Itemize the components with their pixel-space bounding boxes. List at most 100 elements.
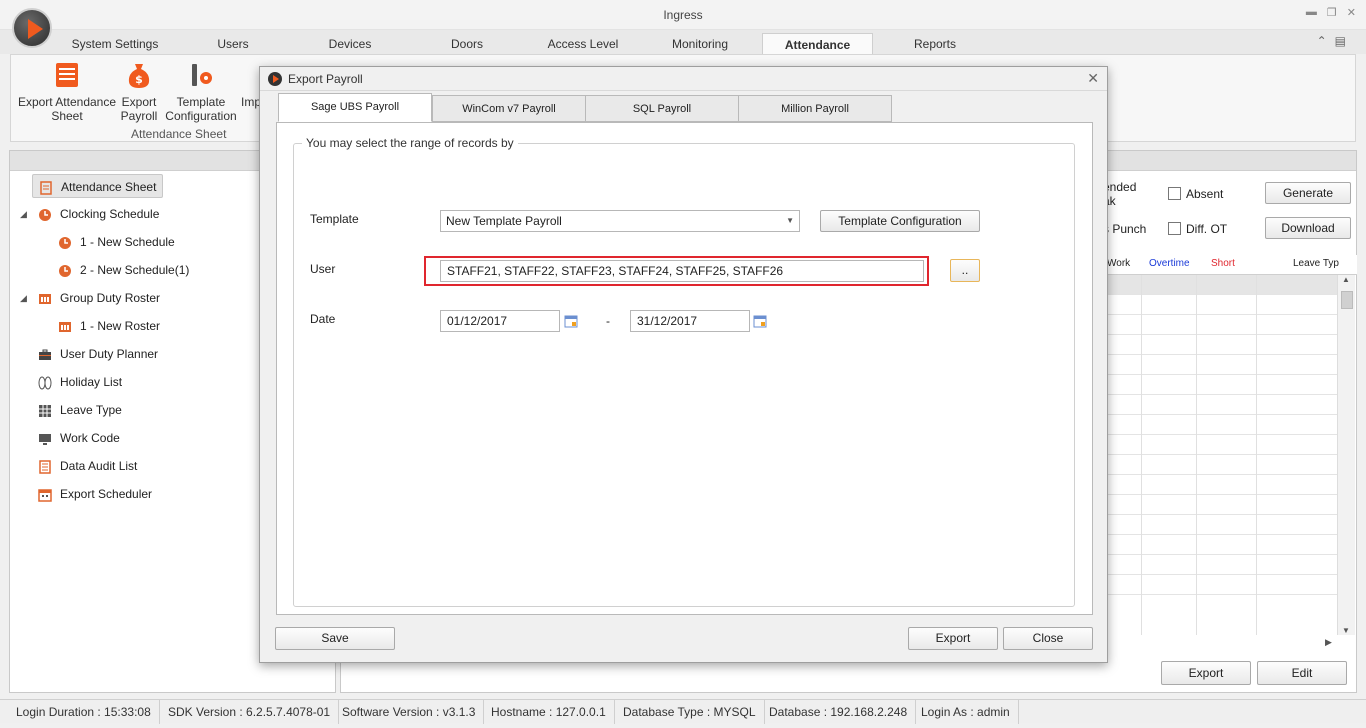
tree-item-schedule-2[interactable]: 2 - New Schedule(1) — [58, 258, 189, 282]
tab-reports[interactable]: Reports — [900, 33, 970, 55]
scroll-up-icon[interactable]: ▲ — [1342, 275, 1350, 284]
tab-sql-payroll[interactable]: SQL Payroll — [585, 95, 739, 122]
scrollbar-thumb[interactable] — [1341, 291, 1353, 309]
attendance-sheet-icon — [56, 63, 78, 87]
status-hostname: Hostname : 127.0.0.1 — [483, 700, 615, 724]
tab-million-payroll[interactable]: Million Payroll — [738, 95, 892, 122]
tab-doors[interactable]: Doors — [437, 33, 497, 55]
tree-item-roster-1[interactable]: 1 - New Roster — [58, 314, 160, 338]
template-configuration-button[interactable]: Template Configuration — [161, 61, 241, 123]
close-icon[interactable]: ✕ — [1087, 70, 1099, 87]
window-controls: ▬ ❐ ✕ — [1306, 6, 1356, 19]
tab-system-settings[interactable]: System Settings — [60, 33, 170, 55]
template-dropdown[interactable]: New Template Payroll ▼ — [440, 210, 800, 232]
date-from-field[interactable]: 01/12/2017 — [440, 310, 560, 332]
tree-item-leave-type[interactable]: Leave Type — [38, 398, 122, 422]
briefcase-icon — [39, 349, 51, 360]
grid-header-short[interactable]: Short — [1211, 258, 1235, 269]
import-button[interactable]: Imp — [241, 61, 261, 109]
money-bag-icon: $ — [128, 64, 150, 88]
svg-text:$: $ — [135, 73, 143, 86]
user-label: User — [310, 262, 336, 276]
generate-button[interactable]: Generate — [1265, 182, 1351, 204]
tab-monitoring[interactable]: Monitoring — [660, 33, 740, 55]
status-database-type: Database Type : MYSQL — [615, 700, 765, 724]
tree-item-data-audit-list[interactable]: Data Audit List — [38, 454, 137, 478]
dialog-title: Export Payroll — [288, 72, 363, 86]
template-label: Template — [310, 212, 359, 226]
grid-icon — [39, 404, 51, 417]
date-separator: - — [606, 314, 610, 328]
close-button[interactable]: Close — [1003, 627, 1093, 650]
ribbon-group-label: Attendance Sheet — [131, 127, 227, 141]
export-attendance-sheet-button[interactable]: Export Attendance Sheet — [15, 61, 119, 123]
tab-users[interactable]: Users — [200, 33, 266, 55]
tab-sage-ubs-payroll[interactable]: Sage UBS Payroll — [278, 93, 432, 122]
status-login-as: Login As : admin — [913, 700, 1019, 724]
collapse-arrow-icon[interactable]: ◢ — [20, 293, 27, 304]
collapse-arrow-icon[interactable]: ◢ — [20, 209, 27, 220]
clipboard-icon — [40, 181, 52, 195]
tree-item-group-duty-roster[interactable]: Group Duty Roster — [38, 286, 160, 310]
calendar-icon — [38, 489, 52, 502]
tab-wincom-v7-payroll[interactable]: WinCom v7 Payroll — [432, 95, 586, 122]
download-button[interactable]: Download — [1265, 217, 1351, 239]
tree-item-holiday-list[interactable]: Holiday List — [38, 370, 122, 394]
export-attendance-sheet-label: Export Attendance Sheet — [17, 95, 117, 123]
clock-icon — [59, 236, 71, 249]
template-configuration-button[interactable]: Template Configuration — [820, 210, 980, 232]
import-icon — [241, 61, 261, 89]
absent-label: Absent — [1186, 187, 1224, 201]
tree-item-schedule-1[interactable]: 1 - New Schedule — [58, 230, 175, 254]
grid-header-overtime[interactable]: Overtime — [1149, 258, 1190, 269]
tree-item-clocking-schedule[interactable]: Clocking Schedule — [38, 202, 159, 226]
template-configuration-label: Template Configuration — [165, 95, 237, 123]
close-icon[interactable]: ✕ — [1347, 6, 1356, 19]
user-field[interactable]: STAFF21, STAFF22, STAFF23, STAFF24, STAF… — [440, 260, 924, 282]
main-tab-row: System Settings Users Devices Doors Acce… — [0, 30, 1366, 55]
grid-vertical-scrollbar[interactable]: ▲ ▼ — [1337, 275, 1355, 635]
grid-header-work[interactable]: Work — [1107, 258, 1130, 269]
export-payroll-button[interactable]: $ Export Payroll — [117, 61, 161, 123]
restore-icon[interactable]: ❐ — [1327, 6, 1337, 19]
style-options-icon[interactable]: ▤ — [1335, 34, 1346, 48]
diff-ot-checkbox[interactable] — [1168, 222, 1181, 235]
tab-access-level[interactable]: Access Level — [536, 33, 630, 55]
template-value: New Template Payroll — [446, 214, 562, 228]
tree-item-attendance-sheet[interactable]: Attendance Sheet — [32, 174, 164, 198]
group-title: You may select the range of records by — [302, 136, 518, 150]
ribbon-collapse-icon[interactable]: ⌃ — [1317, 34, 1327, 48]
calendar-icon[interactable] — [564, 314, 578, 328]
scroll-right-icon[interactable]: ▶ — [1325, 637, 1332, 648]
absent-checkbox[interactable] — [1168, 187, 1181, 200]
punch-option-label: s Punch — [1103, 222, 1147, 236]
list-icon — [39, 460, 51, 474]
export-button[interactable]: Export — [908, 627, 998, 650]
minimize-icon[interactable]: ▬ — [1306, 6, 1317, 19]
tab-attendance[interactable]: Attendance — [762, 33, 873, 55]
extended-option-label: ended — [1103, 180, 1137, 194]
date-to-field[interactable]: 31/12/2017 — [630, 310, 750, 332]
tree-item-work-code[interactable]: Work Code — [38, 426, 120, 450]
panel-export-button[interactable]: Export — [1161, 661, 1251, 685]
flipflop-icon — [38, 376, 52, 390]
scroll-down-icon[interactable]: ▼ — [1342, 626, 1350, 635]
app-menu-orb-icon[interactable] — [12, 8, 52, 48]
tab-devices[interactable]: Devices — [315, 33, 385, 55]
calendar-icon[interactable] — [753, 314, 767, 328]
status-sdk-version: SDK Version : 6.2.5.7.4078-01 — [160, 700, 340, 724]
diff-ot-label: Diff. OT — [1186, 222, 1228, 236]
edit-button[interactable]: Edit — [1257, 661, 1347, 685]
dialog-title-bar: Export Payroll ✕ — [260, 67, 1107, 91]
tree-item-export-scheduler[interactable]: Export Scheduler — [38, 482, 152, 506]
monitor-icon — [39, 433, 51, 445]
date-label: Date — [310, 312, 336, 326]
status-login-duration: Login Duration : 15:33:08 — [8, 700, 160, 724]
browse-users-button[interactable]: .. — [950, 259, 980, 282]
tree-item-user-duty-planner[interactable]: User Duty Planner — [38, 342, 158, 366]
save-button[interactable]: Save — [275, 627, 395, 650]
status-software-version: Software Version : v3.1.3 — [334, 700, 485, 724]
title-bar: Ingress ▬ ❐ ✕ — [0, 0, 1366, 30]
grid-header-leave-type[interactable]: Leave Typ — [1293, 258, 1339, 269]
export-payroll-dialog: Export Payroll ✕ Sage UBS Payroll WinCom… — [259, 66, 1108, 663]
